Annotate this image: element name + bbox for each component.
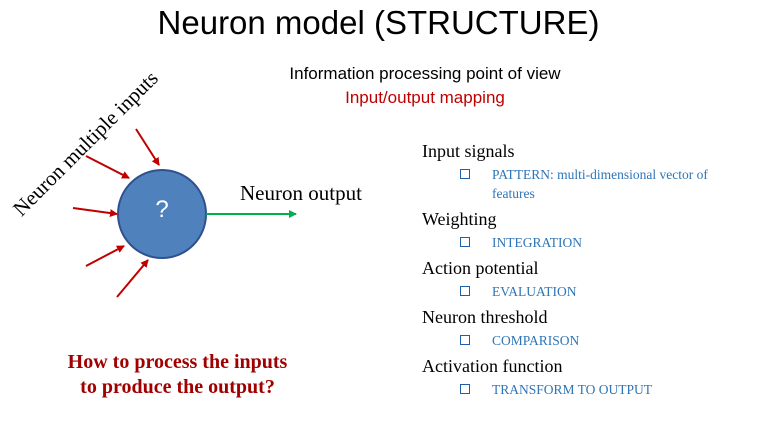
output-label: Neuron output bbox=[240, 181, 362, 205]
list-heading: Weighting bbox=[422, 209, 497, 229]
list-section: Input signals PATTERN: multi-dimensional… bbox=[422, 141, 752, 203]
square-bullet-icon bbox=[460, 384, 470, 394]
input-arrow-2 bbox=[85, 155, 130, 179]
square-bullet-icon bbox=[460, 335, 470, 345]
list-item-text: TRANSFORM TO OUTPUT bbox=[492, 382, 653, 397]
list-heading: Action potential bbox=[422, 258, 539, 278]
list-section: Activation function TRANSFORM TO OUTPUT bbox=[422, 356, 752, 399]
input-arrow-1 bbox=[135, 128, 160, 166]
list-section: Neuron threshold COMPARISON bbox=[422, 307, 752, 350]
list-item-text: COMPARISON bbox=[492, 333, 580, 348]
list-item-text: PATTERN: multi-dimensional vector of fea… bbox=[492, 167, 708, 201]
list-heading: Input signals bbox=[422, 141, 515, 161]
input-arrow-5 bbox=[116, 259, 149, 298]
function-list: Input signals PATTERN: multi-dimensional… bbox=[422, 141, 752, 399]
list-section: Action potential EVALUATION bbox=[422, 258, 752, 301]
square-bullet-icon bbox=[460, 286, 470, 296]
neuron-symbol: ? bbox=[155, 196, 169, 223]
square-bullet-icon bbox=[460, 169, 470, 179]
list-item: INTEGRATION bbox=[460, 233, 752, 252]
list-section: Weighting INTEGRATION bbox=[422, 209, 752, 252]
square-bullet-icon bbox=[460, 237, 470, 247]
list-heading: Activation function bbox=[422, 356, 563, 376]
list-item-text: INTEGRATION bbox=[492, 235, 582, 250]
list-item-text: EVALUATION bbox=[492, 284, 577, 299]
list-heading: Neuron threshold bbox=[422, 307, 548, 327]
question-text: How to process the inputs to produce the… bbox=[67, 351, 288, 398]
input-arrow-4 bbox=[85, 245, 125, 267]
list-item: PATTERN: multi-dimensional vector of fea… bbox=[460, 165, 752, 203]
list-item: COMPARISON bbox=[460, 331, 752, 350]
input-arrow-3 bbox=[72, 207, 118, 218]
list-item: EVALUATION bbox=[460, 282, 752, 301]
list-item: TRANSFORM TO OUTPUT bbox=[460, 380, 752, 399]
